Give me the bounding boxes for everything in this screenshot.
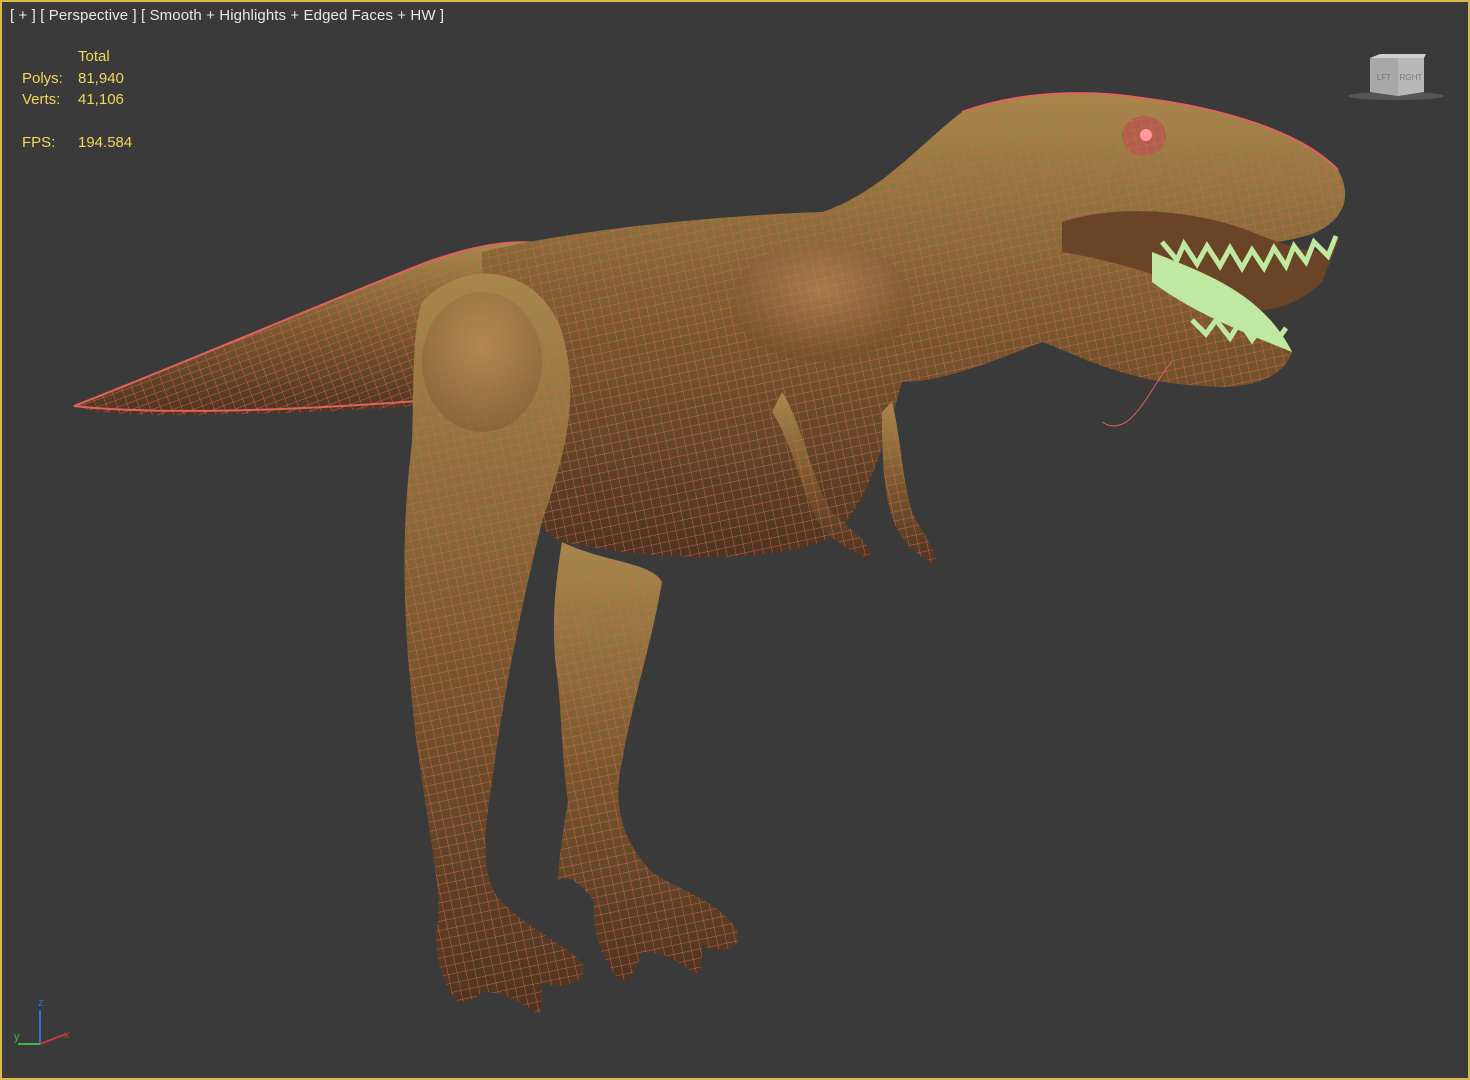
eye	[1122, 116, 1166, 156]
verts-label: Verts:	[22, 91, 61, 108]
polys-value: 81,940	[78, 69, 124, 87]
body-mesh	[482, 93, 1346, 557]
view-type-button[interactable]: [ Perspective ]	[40, 7, 137, 24]
stats-header: Total	[78, 48, 110, 65]
viewport-label: [ + ] [ Perspective ] [ Smooth + Highlig…	[10, 7, 444, 24]
leg-right-mesh	[553, 542, 739, 981]
fps-value: 194.584	[78, 134, 133, 151]
axis-y-label: y	[14, 1031, 20, 1043]
viewcube-left-face[interactable]: LFT	[1377, 73, 1391, 82]
axis-z-label: z	[38, 997, 44, 1009]
axis-tripod-icon: z y x	[14, 997, 70, 1045]
arm-right-mesh	[882, 402, 937, 564]
axis-x-label: x	[64, 1029, 70, 1041]
t-rex-model[interactable]	[2, 2, 1468, 1078]
viewcube-right-face[interactable]: RGHT	[1400, 73, 1423, 82]
viewport-menu-button[interactable]: [ + ]	[10, 7, 36, 24]
shading-mode-button[interactable]: [ Smooth + Highlights + Edged Faces + HW…	[141, 7, 444, 24]
perspective-viewport[interactable]: [ + ] [ Perspective ] [ Smooth + Highlig…	[0, 0, 1470, 1080]
viewcube-icon[interactable]: LFT RGHT	[1346, 48, 1448, 106]
verts-value: 41,106	[78, 91, 124, 108]
fps-label: FPS:	[22, 134, 56, 151]
polys-label: Polys:	[22, 69, 63, 87]
